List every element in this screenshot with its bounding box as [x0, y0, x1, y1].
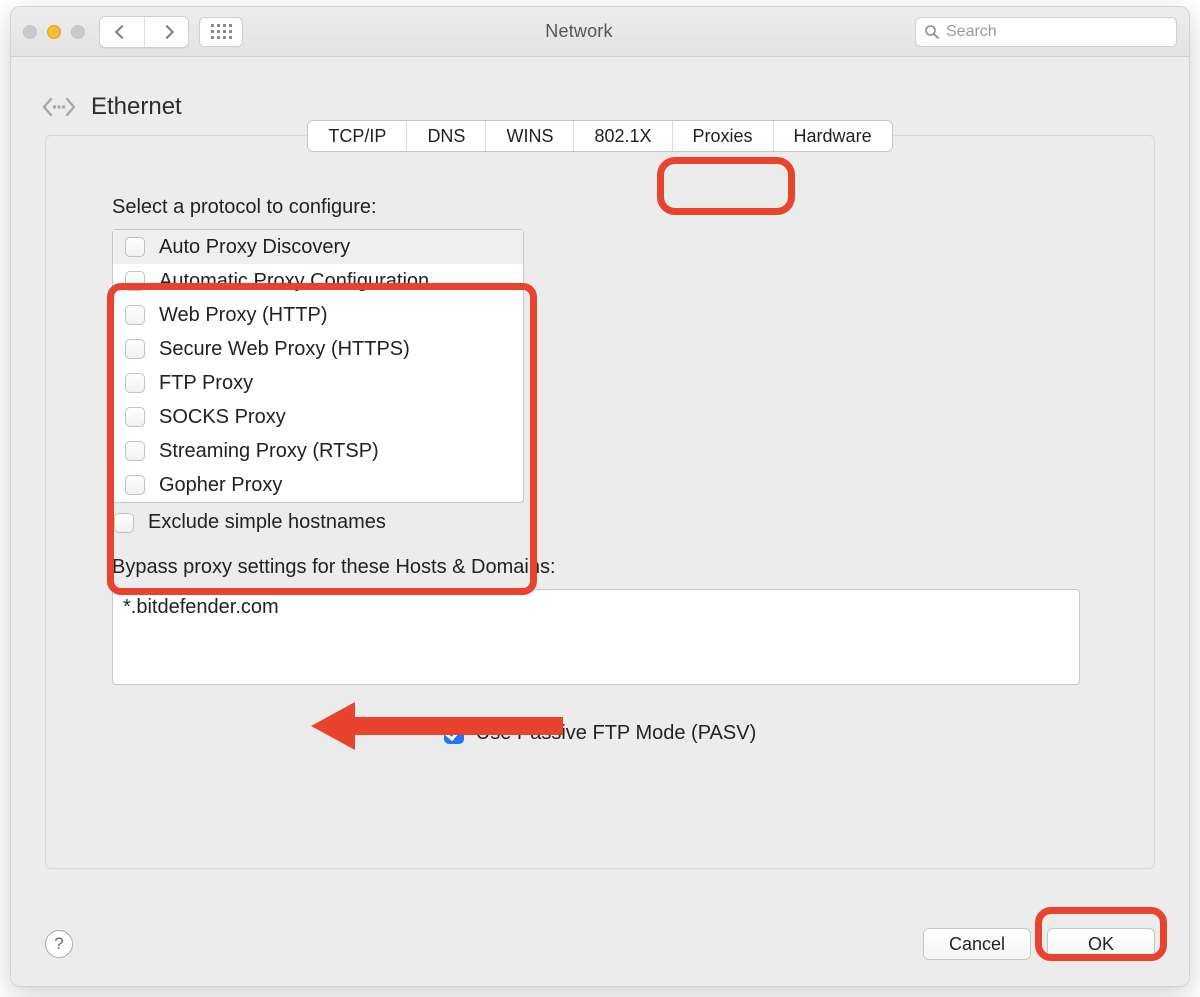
protocol-label: Secure Web Proxy (HTTPS): [159, 338, 410, 361]
exclude-label: Exclude simple hostnames: [148, 511, 386, 534]
protocol-row[interactable]: SOCKS Proxy: [113, 400, 523, 434]
cancel-button[interactable]: Cancel: [923, 928, 1031, 960]
ok-button[interactable]: OK: [1047, 928, 1155, 960]
chevron-left-icon: [115, 24, 129, 38]
protocol-label: FTP Proxy: [159, 372, 253, 395]
checkbox[interactable]: [114, 513, 134, 533]
exclude-hostnames-row[interactable]: Exclude simple hostnames: [112, 503, 1088, 534]
search-input[interactable]: [946, 23, 1168, 41]
tab-8021x[interactable]: 802.1X: [573, 121, 671, 151]
forward-button[interactable]: [144, 17, 188, 47]
titlebar: Network: [11, 7, 1189, 57]
tabs-container: TCP/IP DNS WINS 802.1X Proxies Hardware: [46, 120, 1154, 152]
protocol-label: SOCKS Proxy: [159, 406, 286, 429]
minimize-window-icon[interactable]: [47, 25, 61, 39]
protocol-row[interactable]: Auto Proxy Discovery: [113, 230, 523, 264]
tab-tcpip[interactable]: TCP/IP: [308, 121, 406, 151]
protocol-row[interactable]: Gopher Proxy: [113, 468, 523, 502]
back-button[interactable]: [100, 17, 144, 47]
protocol-label: Gopher Proxy: [159, 474, 282, 497]
protocol-row[interactable]: Streaming Proxy (RTSP): [113, 434, 523, 468]
bypass-textarea[interactable]: [112, 589, 1080, 685]
preferences-window: Network Ethernet TCP/IP DNS WINS: [10, 6, 1190, 987]
protocol-prompt: Select a protocol to configure:: [112, 196, 1088, 219]
window-title: Network: [253, 21, 905, 42]
checkbox[interactable]: [125, 271, 145, 291]
chevron-right-icon: [159, 24, 173, 38]
protocol-row[interactable]: Secure Web Proxy (HTTPS): [113, 332, 523, 366]
grid-icon: [211, 24, 232, 39]
pasv-label: Use Passive FTP Mode (PASV): [476, 722, 756, 745]
protocol-label: Streaming Proxy (RTSP): [159, 440, 379, 463]
search-icon: [924, 24, 940, 40]
zoom-window-icon[interactable]: [71, 25, 85, 39]
window-controls: [23, 25, 85, 39]
tab-bar: TCP/IP DNS WINS 802.1X Proxies Hardware: [307, 120, 892, 152]
protocol-label: Automatic Proxy Configuration: [159, 270, 429, 293]
bypass-label: Bypass proxy settings for these Hosts & …: [112, 556, 1088, 579]
show-all-button[interactable]: [199, 17, 243, 47]
checkbox[interactable]: [125, 339, 145, 359]
search-field[interactable]: [915, 17, 1177, 47]
tab-dns[interactable]: DNS: [406, 121, 485, 151]
footer: ? Cancel OK: [45, 928, 1155, 960]
close-window-icon[interactable]: [23, 25, 37, 39]
protocol-row[interactable]: Web Proxy (HTTP): [113, 298, 523, 332]
protocol-list: Auto Proxy Discovery Automatic Proxy Con…: [112, 229, 524, 503]
protocol-label: Web Proxy (HTTP): [159, 304, 328, 327]
protocol-row[interactable]: FTP Proxy: [113, 366, 523, 400]
checkbox[interactable]: [125, 305, 145, 325]
tab-hardware[interactable]: Hardware: [773, 121, 892, 151]
checkbox[interactable]: [444, 724, 464, 744]
nav-buttons: [99, 16, 189, 48]
protocol-row[interactable]: Automatic Proxy Configuration: [113, 264, 523, 298]
checkbox[interactable]: [125, 237, 145, 257]
content-panel: TCP/IP DNS WINS 802.1X Proxies Hardware …: [45, 135, 1155, 869]
checkbox[interactable]: [125, 441, 145, 461]
interface-title: Ethernet: [91, 93, 182, 121]
tab-proxies[interactable]: Proxies: [672, 121, 773, 151]
tab-wins[interactable]: WINS: [485, 121, 573, 151]
checkbox[interactable]: [125, 373, 145, 393]
protocol-label: Auto Proxy Discovery: [159, 236, 350, 259]
passive-ftp-row[interactable]: Use Passive FTP Mode (PASV): [112, 722, 1088, 745]
checkbox[interactable]: [125, 475, 145, 495]
checkbox[interactable]: [125, 407, 145, 427]
help-button[interactable]: ?: [45, 930, 73, 958]
